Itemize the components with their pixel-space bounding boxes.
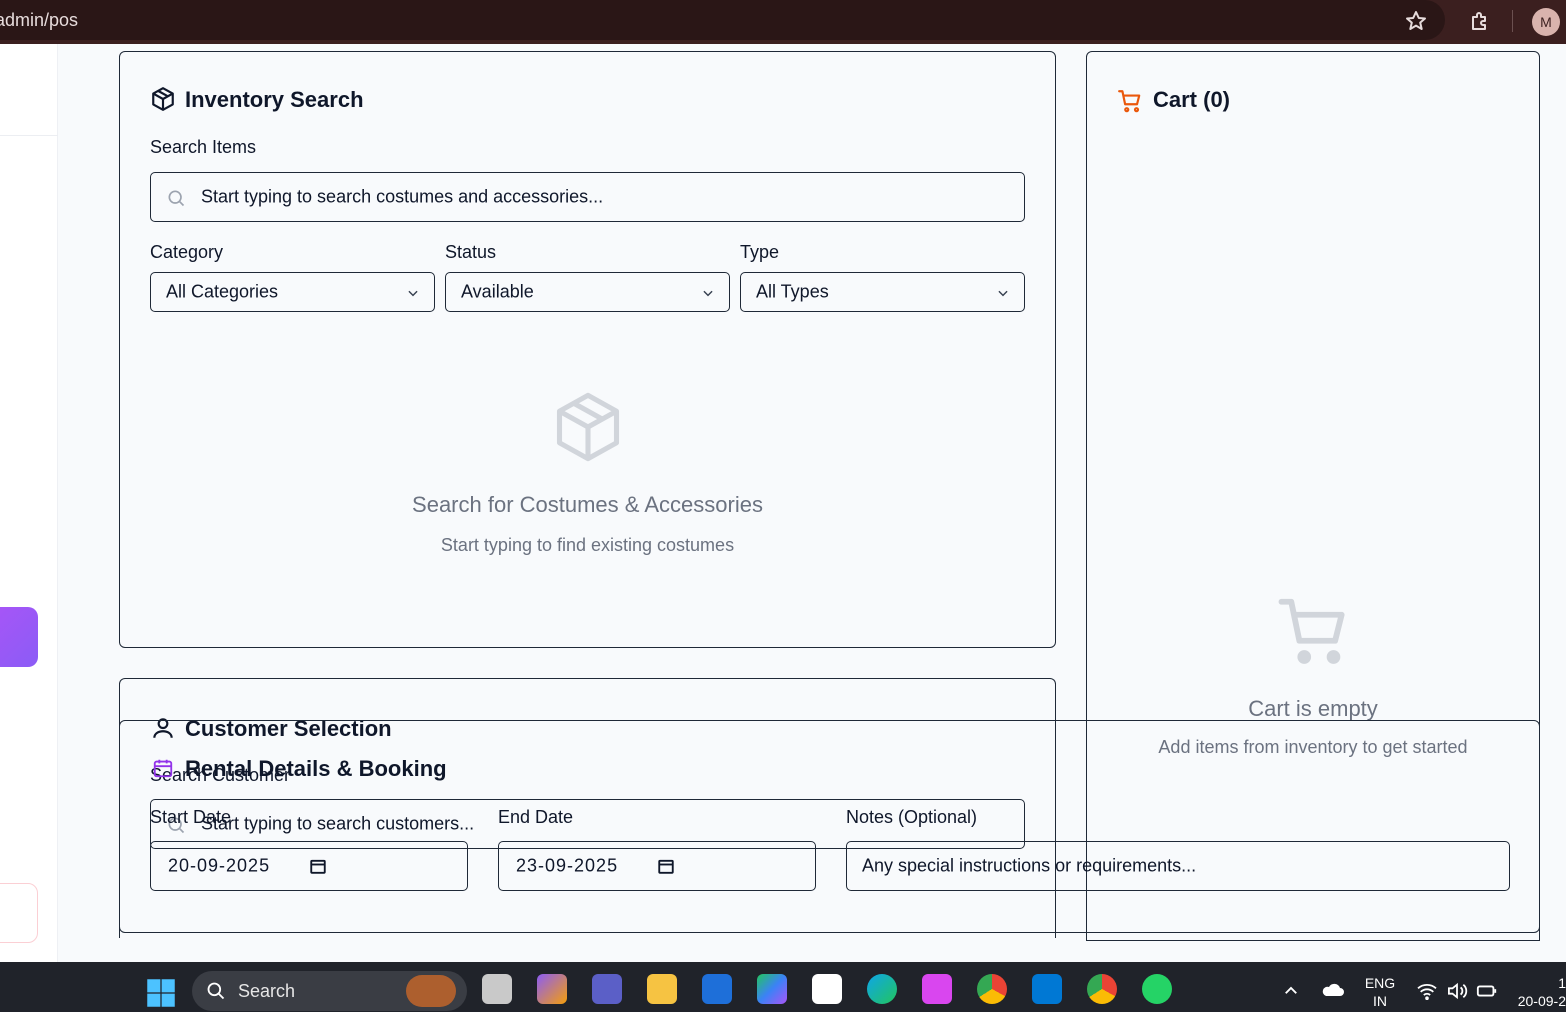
calendar-picker-icon[interactable]: [657, 857, 675, 875]
search-icon: [207, 982, 225, 1000]
inventory-search-input[interactable]: Start typing to search costumes and acce…: [150, 172, 1025, 222]
category-label: Category: [150, 242, 224, 262]
inventory-title: Inventory Search: [185, 87, 364, 112]
bookmark-star-icon[interactable]: [1404, 9, 1428, 33]
inventory-empty-subtitle: Start typing to find existing costumes: [440, 535, 735, 555]
language-line-1: ENG: [1364, 975, 1396, 991]
store-icon[interactable]: [812, 974, 842, 1004]
onedrive-icon[interactable]: [1320, 980, 1344, 1000]
copilot-icon[interactable]: [537, 974, 567, 1004]
status-value: Available: [461, 281, 534, 302]
m365-icon[interactable]: [757, 974, 787, 1004]
rental-details-card: Rental Details & Booking Start Date 20-0…: [119, 720, 1540, 933]
pos-page: Inventory Search Search Items Start typi…: [0, 44, 1566, 962]
task-view-icon[interactable]: [482, 974, 512, 1004]
windows-start-icon[interactable]: [146, 978, 176, 1008]
clock-date: 20-09-2: [1517, 993, 1566, 1009]
notes-placeholder: Any special instructions or requirements…: [862, 855, 1197, 876]
calendar-icon: [153, 759, 173, 778]
whatsapp-icon[interactable]: [1142, 974, 1172, 1004]
status-label: Status: [445, 242, 497, 262]
search-highlight-icon: [406, 975, 456, 1007]
inventory-search-card: Inventory Search Search Items Start typi…: [119, 51, 1056, 648]
language-indicator[interactable]: ENG IN: [1360, 974, 1400, 1010]
battery-icon[interactable]: [1476, 982, 1498, 1000]
volume-icon[interactable]: [1446, 982, 1468, 1000]
chevron-up-icon[interactable]: [1282, 982, 1300, 1000]
end-date-value: 23-09-2025: [516, 855, 619, 876]
end-date-label: End Date: [498, 807, 574, 827]
profile-avatar[interactable]: M: [1532, 8, 1560, 36]
chrome-icon[interactable]: [977, 974, 1007, 1004]
clock[interactable]: 1 20-09-2: [1508, 974, 1566, 1010]
cart-empty-title: Cart is empty: [1248, 696, 1378, 721]
chevron-down-icon: [998, 290, 1008, 297]
empty-cart-icon: [1278, 598, 1345, 664]
vscode-icon[interactable]: [1032, 974, 1062, 1004]
clock-time: 1: [1558, 975, 1566, 991]
sidebar-item-card[interactable]: [0, 883, 38, 943]
category-value: All Categories: [166, 281, 279, 302]
toolbar-divider: [1512, 10, 1513, 32]
shopping-cart-icon: [1118, 90, 1141, 113]
end-date-input[interactable]: 23-09-2025: [498, 841, 816, 891]
type-select[interactable]: All Types: [740, 272, 1025, 312]
file-explorer-icon[interactable]: [647, 974, 677, 1004]
sidebar: [0, 44, 58, 962]
notes-input[interactable]: Any special instructions or requirements…: [846, 841, 1510, 891]
extensions-icon[interactable]: [1468, 9, 1492, 33]
sidebar-item-active[interactable]: [0, 607, 38, 667]
calendar-picker-icon[interactable]: [309, 857, 327, 875]
sidebar-divider: [0, 135, 58, 136]
language-line-2: IN: [1373, 993, 1387, 1009]
azure-icon[interactable]: [702, 974, 732, 1004]
chevron-down-icon: [408, 290, 418, 297]
rental-title: Rental Details & Booking: [185, 756, 447, 781]
teams-icon[interactable]: [592, 974, 622, 1004]
address-bar[interactable]: 0/admin/pos: [0, 0, 1445, 40]
intellij-icon[interactable]: [922, 974, 952, 1004]
windows-taskbar: Search ENG IN 1 20-09-2: [0, 962, 1566, 1012]
start-date-input[interactable]: 20-09-2025: [150, 841, 468, 891]
inventory-empty-title: Search for Costumes & Accessories: [412, 492, 763, 517]
chevron-down-icon: [703, 290, 713, 297]
wifi-icon[interactable]: [1416, 982, 1438, 1000]
package-icon: [152, 87, 174, 111]
cart-title: Cart (0): [1153, 87, 1231, 112]
category-select[interactable]: All Categories: [150, 272, 435, 312]
status-select[interactable]: Available: [445, 272, 730, 312]
search-icon: [168, 190, 185, 207]
taskbar-search[interactable]: Search: [192, 971, 467, 1011]
start-date-label: Start Date: [150, 807, 232, 827]
browser-toolbar: 0/admin/pos M: [0, 0, 1566, 44]
chrome-active-icon[interactable]: [1087, 974, 1117, 1004]
inventory-search-placeholder: Start typing to search costumes and acce…: [201, 186, 604, 207]
search-items-label: Search Items: [150, 137, 257, 157]
start-date-value: 20-09-2025: [168, 855, 271, 876]
notes-label: Notes (Optional): [846, 807, 978, 827]
taskbar-search-label: Search: [238, 981, 296, 1001]
type-value: All Types: [756, 281, 829, 302]
address-bar-url[interactable]: 0/admin/pos: [0, 10, 78, 31]
package-placeholder-icon: [556, 392, 620, 462]
edge-icon[interactable]: [867, 974, 897, 1004]
type-label: Type: [740, 242, 780, 262]
